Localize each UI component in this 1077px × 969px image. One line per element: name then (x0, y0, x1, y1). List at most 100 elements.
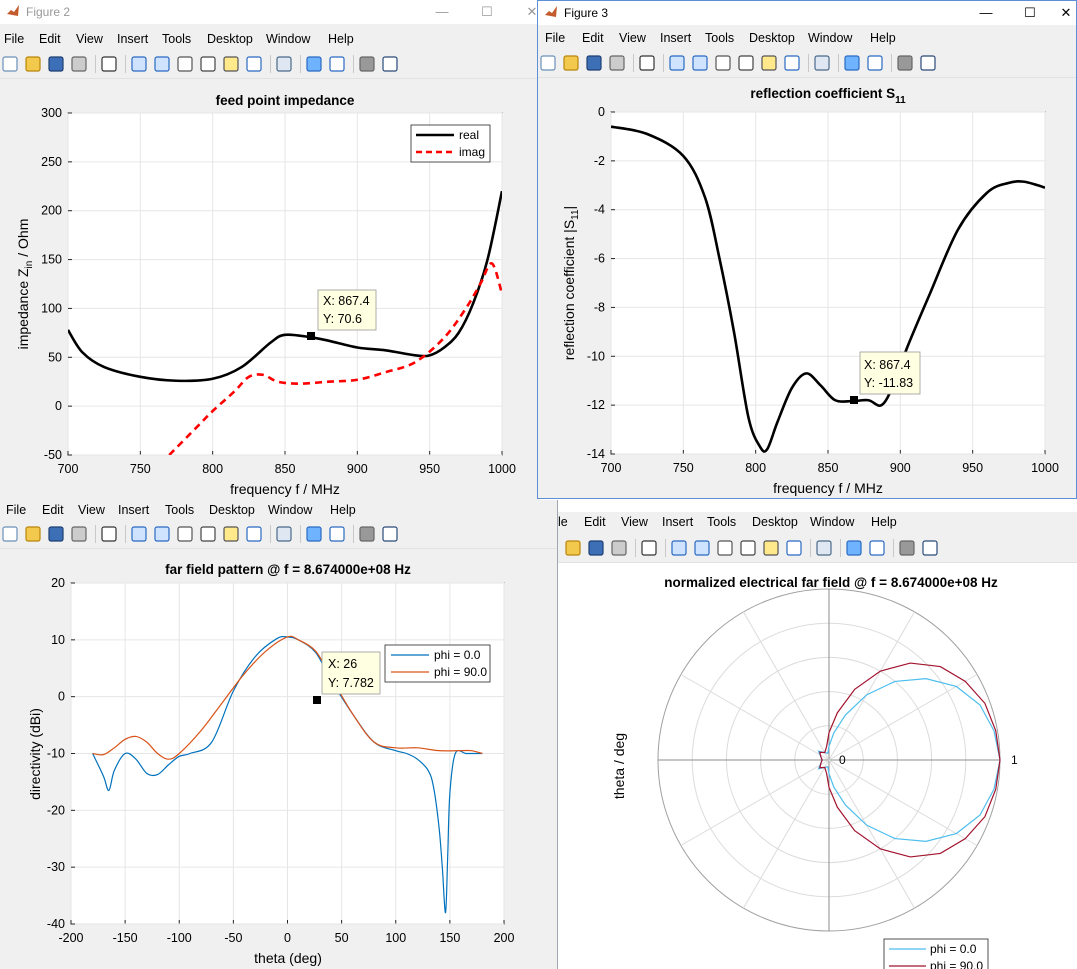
print-icon[interactable] (70, 525, 88, 543)
pointer-icon[interactable] (638, 54, 656, 72)
open-folder-icon[interactable] (24, 525, 42, 543)
data-cursor-icon[interactable] (762, 539, 780, 557)
colorbar-icon[interactable] (843, 54, 861, 72)
legend-icon[interactable] (328, 55, 346, 73)
link-icon[interactable] (815, 539, 833, 557)
pointer-icon[interactable] (100, 55, 118, 73)
zoom-out-icon[interactable] (153, 55, 171, 73)
menu-desktop[interactable]: Desktop (752, 515, 798, 529)
brush-icon[interactable] (783, 54, 801, 72)
menu-file[interactable]: File (4, 32, 24, 46)
new-file-icon[interactable] (1, 55, 19, 73)
zoom-out-icon[interactable] (153, 525, 171, 543)
data-cursor-icon[interactable] (760, 54, 778, 72)
rotate-icon[interactable] (199, 55, 217, 73)
open-folder-icon[interactable] (564, 539, 582, 557)
menu-insert[interactable]: Insert (118, 503, 149, 517)
figure3-titlebar[interactable]: Figure 3 — ☐ ✕ (538, 1, 1076, 25)
rotate-icon[interactable] (739, 539, 757, 557)
menu-file[interactable]: File (545, 31, 565, 45)
brush-icon[interactable] (245, 525, 263, 543)
zoom-out-icon[interactable] (693, 539, 711, 557)
menu-view[interactable]: View (621, 515, 648, 529)
rotate-icon[interactable] (737, 54, 755, 72)
menu-window[interactable]: Window (810, 515, 854, 529)
dock-icon[interactable] (921, 539, 939, 557)
pointer-icon[interactable] (640, 539, 658, 557)
open-folder-icon[interactable] (562, 54, 580, 72)
dock-icon[interactable] (381, 525, 399, 543)
save-icon[interactable] (47, 55, 65, 73)
menu-help[interactable]: Help (328, 32, 354, 46)
hide-tools-icon[interactable] (896, 54, 914, 72)
link-icon[interactable] (275, 55, 293, 73)
menu-tools[interactable]: Tools (705, 31, 734, 45)
menu-help[interactable]: Help (330, 503, 356, 517)
menu-window[interactable]: Window (808, 31, 852, 45)
data-cursor-icon[interactable] (222, 55, 240, 73)
menu-desktop[interactable]: Desktop (749, 31, 795, 45)
maximize-icon[interactable]: ☐ (1015, 3, 1045, 23)
legend-icon[interactable] (868, 539, 886, 557)
menu-insert[interactable]: Insert (662, 515, 693, 529)
legend-icon[interactable] (328, 525, 346, 543)
menu-desktop[interactable]: Desktop (207, 32, 253, 46)
figure2-titlebar[interactable]: Figure 2 — ☐ ✕ (0, 0, 540, 24)
zoom-in-icon[interactable] (130, 55, 148, 73)
legend[interactable]: phi = 0.0 phi = 90.0 (883, 938, 989, 969)
brush-icon[interactable] (785, 539, 803, 557)
rotate-icon[interactable] (199, 525, 217, 543)
dock-icon[interactable] (919, 54, 937, 72)
pan-icon[interactable] (716, 539, 734, 557)
pan-icon[interactable] (714, 54, 732, 72)
legend[interactable]: phi = 0.0 phi = 90.0 (384, 644, 491, 683)
close-icon[interactable]: ✕ (1056, 3, 1076, 23)
print-icon[interactable] (70, 55, 88, 73)
open-folder-icon[interactable] (24, 55, 42, 73)
menu-window[interactable]: Window (266, 32, 310, 46)
data-cursor-icon[interactable] (222, 525, 240, 543)
menu-view[interactable]: View (619, 31, 646, 45)
zoom-in-icon[interactable] (668, 54, 686, 72)
dock-icon[interactable] (381, 55, 399, 73)
save-icon[interactable] (587, 539, 605, 557)
legend-icon[interactable] (866, 54, 884, 72)
colorbar-icon[interactable] (305, 525, 323, 543)
menu-insert[interactable]: Insert (660, 31, 691, 45)
zoom-in-icon[interactable] (130, 525, 148, 543)
menu-file[interactable]: File (6, 503, 26, 517)
menu-help[interactable]: Help (870, 31, 896, 45)
print-icon[interactable] (608, 54, 626, 72)
menu-file-partial[interactable]: le (558, 515, 568, 529)
new-file-icon[interactable] (558, 539, 559, 557)
new-file-icon[interactable] (1, 525, 19, 543)
menu-view[interactable]: View (78, 503, 105, 517)
print-icon[interactable] (610, 539, 628, 557)
zoom-out-icon[interactable] (691, 54, 709, 72)
hide-tools-icon[interactable] (358, 525, 376, 543)
save-icon[interactable] (47, 525, 65, 543)
menu-edit[interactable]: Edit (39, 32, 61, 46)
menu-help[interactable]: Help (871, 515, 897, 529)
menu-tools[interactable]: Tools (162, 32, 191, 46)
menu-insert[interactable]: Insert (117, 32, 148, 46)
colorbar-icon[interactable] (845, 539, 863, 557)
menu-desktop[interactable]: Desktop (209, 503, 255, 517)
hide-tools-icon[interactable] (898, 539, 916, 557)
menu-tools[interactable]: Tools (707, 515, 736, 529)
pan-icon[interactable] (176, 55, 194, 73)
maximize-icon[interactable]: ☐ (472, 2, 502, 22)
menu-view[interactable]: View (76, 32, 103, 46)
pan-icon[interactable] (176, 525, 194, 543)
menu-edit[interactable]: Edit (582, 31, 604, 45)
minimize-icon[interactable]: — (971, 3, 1001, 23)
menu-edit[interactable]: Edit (42, 503, 64, 517)
menu-window[interactable]: Window (268, 503, 312, 517)
menu-edit[interactable]: Edit (584, 515, 606, 529)
menu-tools[interactable]: Tools (165, 503, 194, 517)
link-icon[interactable] (813, 54, 831, 72)
save-icon[interactable] (585, 54, 603, 72)
pointer-icon[interactable] (100, 525, 118, 543)
new-file-icon[interactable] (539, 54, 557, 72)
minimize-icon[interactable]: — (427, 2, 457, 22)
